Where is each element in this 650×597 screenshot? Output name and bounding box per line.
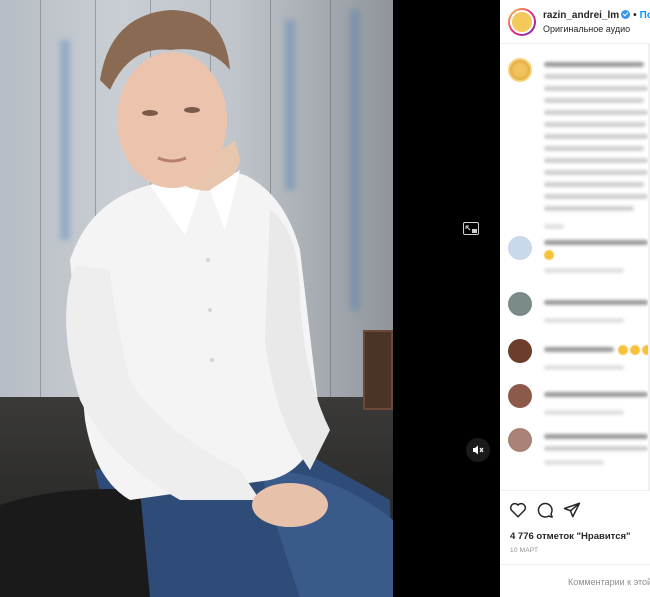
audio-label[interactable]: Оригинальное аудио [543, 24, 630, 34]
media-background [393, 0, 500, 597]
author-avatar[interactable] [508, 58, 532, 82]
comments-list[interactable] [500, 44, 650, 490]
commenter-avatar[interactable] [508, 292, 532, 316]
add-comment-bar[interactable]: Комментарии к этой публикации [500, 564, 650, 597]
muted-speaker-icon[interactable] [466, 438, 490, 462]
follow-button[interactable]: Подписаться [640, 10, 650, 21]
send-icon[interactable] [563, 501, 581, 519]
post-side-panel: razin_andrei_lm •Подписаться Оригинальное… [500, 0, 650, 597]
person-figure [0, 10, 393, 597]
heart-icon[interactable] [509, 501, 527, 519]
post-header: razin_andrei_lm •Подписаться Оригинальное… [500, 0, 650, 44]
author-avatar[interactable] [508, 8, 536, 36]
comment-icon[interactable] [536, 501, 554, 519]
likes-count[interactable]: 4 776 отметок "Нравится" [510, 531, 631, 542]
author-username[interactable]: razin_andrei_lm [543, 10, 619, 21]
commenter-avatar[interactable] [508, 384, 532, 408]
post-video[interactable] [0, 0, 393, 597]
commenter-avatar[interactable] [508, 339, 532, 363]
commenter-avatar[interactable] [508, 428, 532, 452]
post-date: 10 МАРТ [510, 547, 539, 554]
author-line: razin_andrei_lm •Подписаться [543, 10, 650, 21]
verified-badge-icon [621, 10, 631, 19]
picture-in-picture-icon[interactable] [463, 222, 479, 236]
commenter-avatar[interactable] [508, 236, 532, 260]
separator-dot: • [633, 10, 637, 21]
post-actions: 4 776 отметок "Нравится" 10 МАРТ Коммент… [500, 490, 650, 597]
comment-input-placeholder[interactable]: Комментарии к этой публикации [568, 577, 650, 587]
